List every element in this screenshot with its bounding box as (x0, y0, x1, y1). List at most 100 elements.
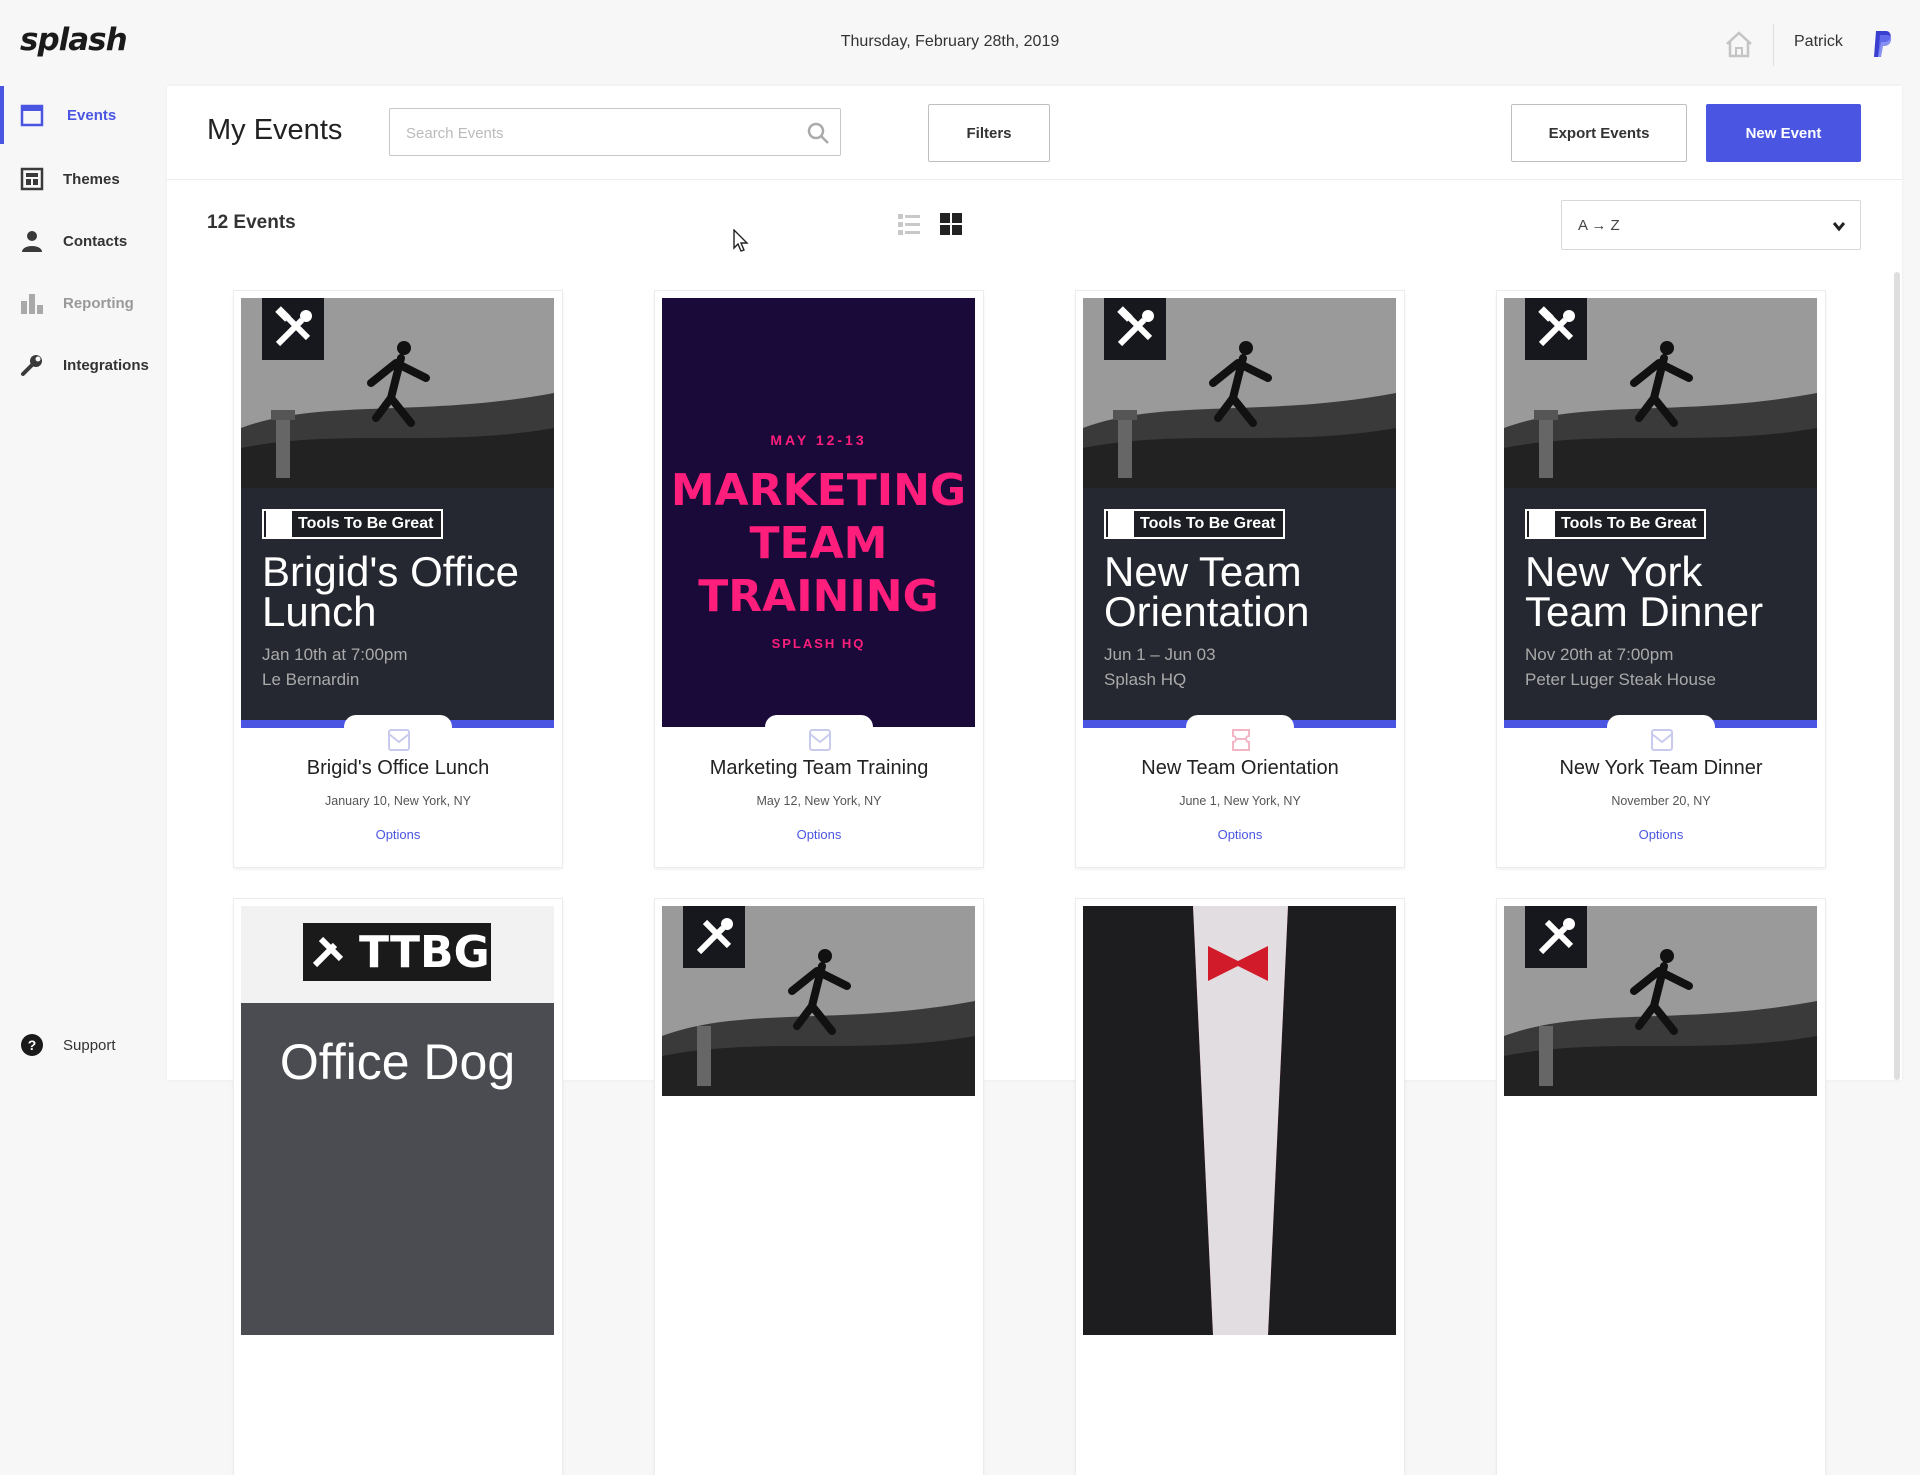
grid-view-icon[interactable] (940, 213, 962, 235)
sidebar-item-themes[interactable]: Themes (0, 150, 167, 208)
poster-panel: Tools To Be Great New Team Orientation J… (1083, 488, 1396, 727)
header-divider (167, 179, 1902, 180)
mail-icon (388, 729, 410, 751)
poster-venue: SPLASH HQ (771, 636, 866, 651)
event-thumbnail[interactable]: Tools To Be Great Brigid's Office Lunch … (241, 298, 554, 727)
event-card[interactable]: Tools To Be Great New York Team Dinner N… (1497, 291, 1825, 867)
brand-badge (1104, 298, 1166, 360)
home-icon[interactable] (1724, 30, 1754, 58)
poster-title: New York Team Dinner (1525, 548, 1764, 635)
sort-value: A → Z (1578, 217, 1620, 234)
event-title[interactable]: Brigid's Office Lunch (234, 757, 562, 780)
hammer-wrench-icon (1538, 918, 1575, 955)
calendar-icon (20, 104, 44, 127)
event-title[interactable]: New Team Orientation (1076, 757, 1404, 780)
event-count: 12 Events (207, 212, 296, 233)
brand-badge (262, 298, 324, 360)
mail-icon (1651, 729, 1673, 751)
brand-badge (1525, 906, 1587, 968)
poster-date: Jan 10th at 7:00pm (262, 645, 408, 664)
current-date: Thursday, February 28th, 2019 (840, 33, 1060, 50)
event-card[interactable] (1076, 899, 1404, 1475)
sidebar-item-support[interactable]: ? Support (0, 1016, 167, 1074)
contacts-icon (22, 231, 42, 252)
sidebar-item-label: Events (67, 106, 117, 124)
brand-mark-icon[interactable] (1872, 29, 1894, 59)
poster-title: Brigid's Office Lunch (262, 548, 520, 635)
mail-icon (809, 729, 831, 751)
poster-venue: Peter Luger Steak House (1525, 670, 1716, 689)
brand-tag-label: Tools To Be Great (1140, 515, 1276, 532)
event-date-location: May 12, New York, NY (756, 794, 882, 808)
event-card[interactable]: TTBG Office Dog (234, 899, 562, 1475)
event-card[interactable]: Tools To Be Great Brigid's Office Lunch … (234, 291, 562, 867)
ttbg-logo: TTBG (303, 923, 491, 981)
svg-text:?: ? (28, 1037, 37, 1053)
search-icon[interactable] (806, 121, 830, 145)
search-box[interactable] (389, 108, 841, 156)
event-card[interactable]: MAY 12-13 MARKETING TEAM TRAINING SPLASH… (655, 291, 983, 867)
sidebar: Events Themes Contacts Reporting Integra… (0, 86, 167, 1080)
sidebar-item-events[interactable]: Events (0, 86, 167, 144)
event-thumbnail[interactable]: Tools To Be Great New Team Orientation J… (1083, 298, 1396, 727)
sidebar-item-contacts[interactable]: Contacts (0, 212, 167, 270)
poster-date: MAY 12-13 (770, 432, 867, 448)
event-thumbnail[interactable]: MAY 12-13 MARKETING TEAM TRAINING SPLASH… (662, 298, 975, 727)
sort-select[interactable]: A → Z (1561, 200, 1861, 250)
sidebar-item-label: Contacts (63, 232, 128, 250)
sidebar-item-label: Themes (63, 170, 120, 188)
hammer-wrench-icon (1117, 306, 1154, 347)
event-date-location: January 10, New York, NY (325, 794, 471, 808)
new-event-button[interactable]: New Event (1706, 104, 1861, 162)
ttbg-logo-text: TTBG (359, 926, 490, 978)
ttbg-poster: TTBG Office Dog (241, 906, 554, 1335)
brand-tag: Tools To Be Great (1104, 509, 1286, 539)
mouse-cursor-icon (733, 229, 749, 252)
poster-panel: Office Dog (241, 1003, 554, 1335)
top-bar: splash Thursday, February 28th, 2019 Pat… (0, 0, 1920, 86)
event-thumbnail[interactable] (662, 906, 975, 1335)
sidebar-item-reporting[interactable]: Reporting (0, 274, 167, 332)
sidebar-item-label: Reporting (63, 294, 134, 312)
sidebar-item-integrations[interactable]: Integrations (0, 336, 167, 394)
event-card[interactable]: Tools To Be Great New Team Orientation J… (1076, 291, 1404, 867)
event-card[interactable] (655, 899, 983, 1475)
brand-tag-label: Tools To Be Great (1561, 515, 1697, 532)
options-link[interactable]: Options (234, 827, 562, 842)
filters-button[interactable]: Filters (928, 104, 1050, 162)
poster-date: Jun 1 – Jun 03 (1104, 645, 1216, 664)
hammer-wrench-icon (266, 511, 292, 537)
sidebar-item-label: Support (63, 1036, 116, 1054)
top-divider (1773, 24, 1774, 66)
list-view-icon[interactable] (898, 213, 920, 235)
event-thumbnail[interactable]: Tools To Be Great New York Team Dinner N… (1504, 298, 1817, 727)
search-input[interactable] (404, 121, 788, 145)
options-link[interactable]: Options (655, 827, 983, 842)
brand-badge (683, 906, 745, 968)
poster-date: Nov 20th at 7:00pm (1525, 645, 1674, 664)
event-thumbnail[interactable] (1504, 906, 1817, 1335)
event-card[interactable] (1497, 899, 1825, 1475)
options-link[interactable]: Options (1497, 827, 1825, 842)
event-title[interactable]: New York Team Dinner (1497, 757, 1825, 780)
brand-tag-label: Tools To Be Great (298, 515, 434, 532)
options-link[interactable]: Options (1076, 827, 1404, 842)
event-thumbnail[interactable] (1083, 906, 1396, 1335)
scrollbar[interactable] (1894, 272, 1900, 1080)
event-date-location: June 1, New York, NY (1179, 794, 1301, 808)
event-title[interactable]: Marketing Team Training (655, 757, 983, 780)
export-events-button[interactable]: Export Events (1511, 104, 1687, 162)
hammer-wrench-icon (275, 306, 312, 347)
event-thumbnail[interactable]: TTBG Office Dog (241, 906, 554, 1335)
poster-title: New Team Orientation (1104, 548, 1310, 635)
user-name[interactable]: Patrick (1794, 33, 1843, 51)
page-title: My Events (207, 114, 343, 146)
poster-panel: Tools To Be Great New York Team Dinner N… (1504, 488, 1817, 727)
chevron-down-icon (1832, 222, 1846, 232)
sidebar-item-label: Integrations (63, 356, 149, 374)
hammer-wrench-icon (1108, 511, 1134, 537)
hammer-wrench-icon (696, 918, 733, 955)
brand-tag: Tools To Be Great (262, 509, 444, 539)
wrench-icon (21, 355, 42, 376)
bar-chart-icon (21, 294, 43, 314)
